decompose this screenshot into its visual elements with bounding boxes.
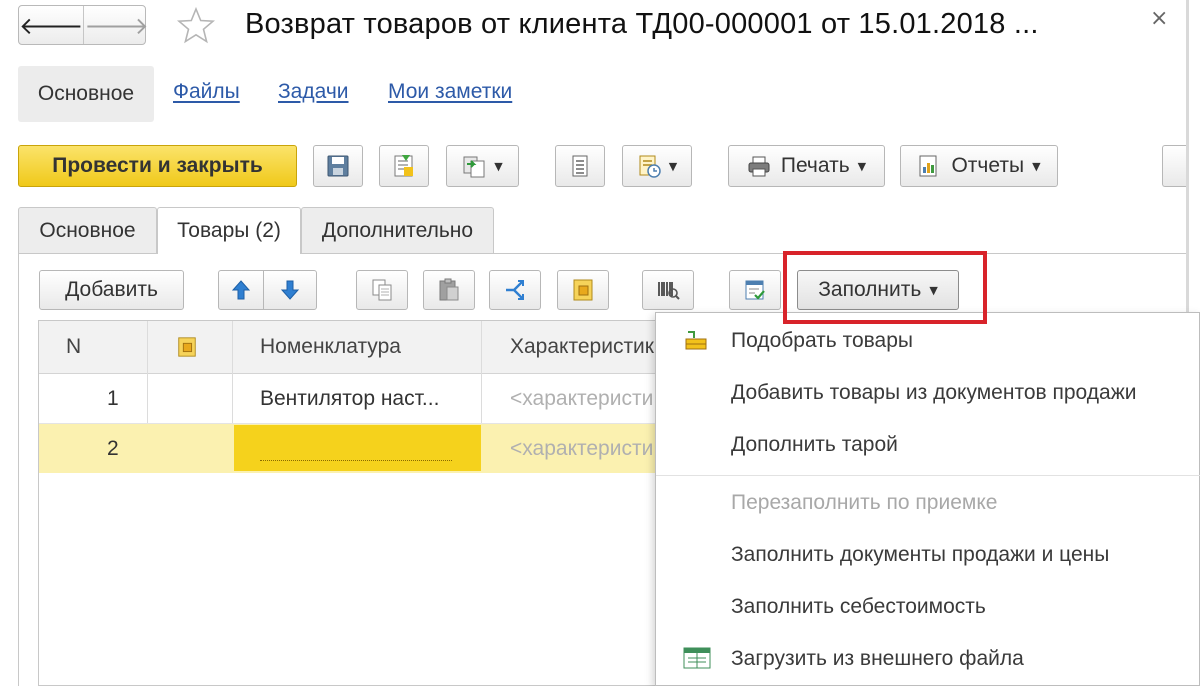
print-button-label: Печать (780, 154, 850, 177)
tabs-baseline (301, 253, 1186, 254)
column-header-marking[interactable] (176, 321, 198, 373)
menu-item-refill-by-receipt: Перезаполнить по приемке (731, 491, 998, 514)
printer-icon (748, 156, 770, 177)
more-button[interactable] (1162, 145, 1186, 187)
post-icon (394, 155, 413, 177)
characteristic-cell[interactable]: <характеристи (510, 374, 660, 423)
page-title: Возврат товаров от клиента ТД00-000001 о… (245, 8, 1039, 40)
back-button[interactable]: 🡐 (19, 6, 85, 44)
move-up-button[interactable] (218, 270, 264, 310)
menu-item-add-packaging[interactable]: Дополнить тарой (731, 433, 898, 457)
close-button[interactable]: × (1150, 6, 1168, 31)
nomenclature-cell-editing[interactable] (234, 425, 481, 471)
marking-icon (178, 337, 196, 357)
column-header-nomenclature[interactable]: Номенклатура (260, 321, 401, 373)
structure-icon (572, 155, 588, 177)
tab-main[interactable]: Основное (18, 207, 157, 253)
empty-value-underline (260, 460, 452, 461)
section-nav-files[interactable]: Файлы (173, 80, 240, 104)
panel-left-border (18, 253, 19, 686)
structure-button[interactable] (555, 145, 605, 187)
print-button[interactable]: Печать ▼ (728, 145, 885, 187)
chevron-down-icon: ▼ (494, 159, 503, 173)
arrow-left-icon: 🡐 (19, 11, 84, 40)
check-button[interactable] (729, 270, 781, 310)
set-markings-button[interactable] (557, 270, 609, 310)
menu-separator (656, 475, 1200, 476)
section-nav-tasks[interactable]: Задачи (278, 80, 349, 104)
column-header-n[interactable]: N (66, 321, 81, 373)
navigation-buttons: 🡐 🡒 (18, 5, 149, 45)
arrow-right-icon: 🡒 (84, 11, 149, 40)
menu-item-pick-goods[interactable]: Подобрать товары (731, 329, 913, 353)
column-header-characteristic[interactable]: Характеристик (510, 321, 654, 373)
section-nav-main[interactable]: Основное (18, 66, 154, 122)
load-file-icon (683, 647, 711, 669)
tab-additional[interactable]: Дополнительно (301, 207, 494, 253)
pick-items-icon (685, 331, 707, 350)
copy-button[interactable] (356, 270, 408, 310)
close-icon: × (1150, 6, 1169, 31)
menu-item-add-from-sales[interactable]: Добавить товары из документов продажи (731, 381, 1136, 405)
forward-button[interactable]: 🡒 (84, 6, 148, 44)
save-icon (327, 155, 349, 177)
highlight-frame (783, 251, 987, 324)
menu-item-load-external-file[interactable]: Загрузить из внешнего файла (731, 647, 1024, 671)
create-based-on-button[interactable]: ▼ (446, 145, 519, 187)
split-row-button[interactable] (489, 270, 541, 310)
marking-icon (573, 279, 593, 301)
table-row-selected[interactable]: 2 <характеристи (39, 424, 659, 473)
move-down-button[interactable] (263, 270, 317, 310)
chevron-down-icon: ▼ (857, 159, 867, 173)
reports-button[interactable]: Отчеты ▼ (900, 145, 1058, 187)
row-number: 2 (107, 436, 119, 460)
save-button[interactable] (313, 145, 363, 187)
characteristic-cell[interactable]: <характеристи (510, 424, 660, 473)
checklist-icon (745, 280, 765, 300)
chevron-down-icon: ▼ (1032, 159, 1041, 173)
arrow-up-icon (231, 280, 251, 300)
paste-button[interactable] (423, 270, 475, 310)
barcode-search-button[interactable] (642, 270, 694, 310)
nomenclature-cell[interactable]: Вентилятор наст... (260, 374, 500, 423)
row-number: 1 (107, 386, 119, 410)
menu-item-fill-cost[interactable]: Заполнить себестоимость (731, 595, 986, 619)
split-icon (506, 280, 524, 300)
add-row-button[interactable]: Добавить (39, 270, 184, 310)
chevron-down-icon: ▼ (668, 159, 678, 173)
post-and-close-button[interactable]: Провести и закрыть (18, 145, 297, 187)
tab-goods[interactable]: Товары (2) (157, 207, 301, 254)
post-button[interactable] (379, 145, 429, 187)
create-based-on-icon (463, 156, 485, 178)
tabs-baseline-left (18, 253, 157, 254)
paste-icon (439, 278, 459, 301)
related-documents-button[interactable]: ▼ (622, 145, 692, 187)
related-documents-icon (639, 155, 661, 178)
copy-icon (372, 279, 392, 301)
reports-button-label: Отчеты (951, 154, 1025, 177)
barcode-icon (658, 282, 680, 300)
menu-item-fill-sales-and-prices[interactable]: Заполнить документы продажи и цены (731, 543, 1109, 567)
section-nav-notes[interactable]: Мои заметки (388, 80, 512, 104)
arrow-down-icon (280, 280, 300, 300)
favorite-star-icon[interactable] (176, 6, 216, 46)
table-row[interactable]: 1 Вентилятор наст... <характеристи (39, 374, 659, 423)
reports-icon (919, 155, 937, 177)
